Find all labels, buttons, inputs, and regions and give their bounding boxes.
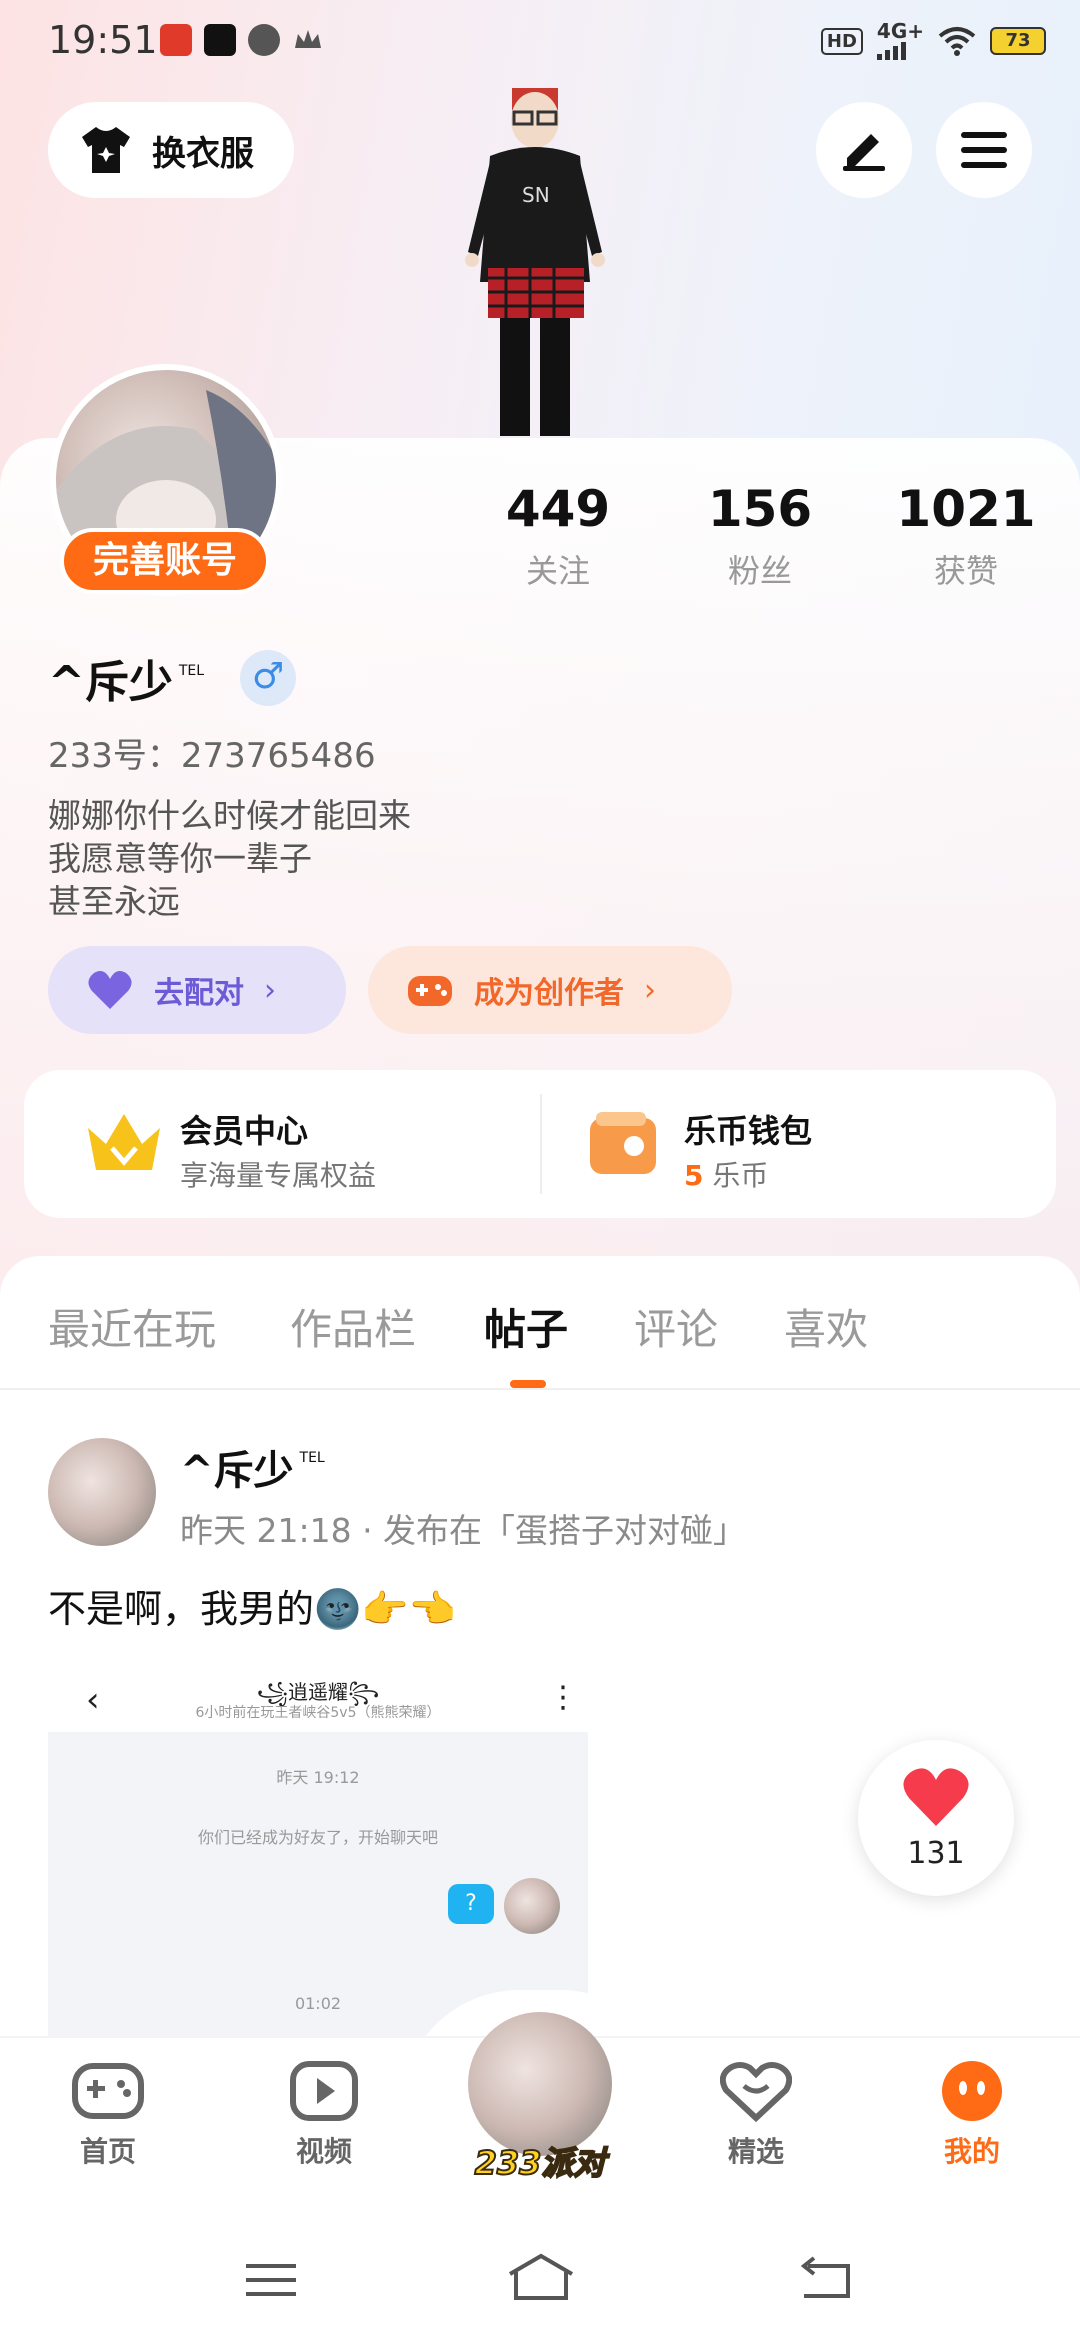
- nav-featured-label: 精选: [727, 2135, 784, 2168]
- match-label: 去配对: [154, 976, 244, 1011]
- shot-chat-subtitle: 6小时前在玩王者峡谷5v5（熊熊荣耀）: [195, 1705, 441, 1721]
- like-button[interactable]: 131: [858, 1740, 1014, 1896]
- nav-video[interactable]: 视频: [254, 2060, 394, 2170]
- heart-icon: [903, 1768, 969, 1826]
- post-meta[interactable]: 昨天 21:18 · 发布在「蛋搭子对对碰」: [180, 1504, 746, 1552]
- bio-line: 我愿意等你一辈子: [48, 839, 312, 878]
- following-count: 449: [505, 480, 611, 538]
- post-author-tag: TEL: [299, 1450, 325, 1466]
- divider: [540, 1094, 542, 1194]
- match-button[interactable]: 去配对 ›: [48, 946, 346, 1034]
- gamepad-icon: [408, 976, 452, 1006]
- edit-button[interactable]: [816, 102, 912, 198]
- username: ^斥少 TEL: [48, 657, 205, 708]
- heart-chat-icon: [719, 2062, 793, 2123]
- fans-label: 粉丝: [727, 552, 792, 590]
- battery-icon: 73: [990, 27, 1046, 55]
- nav-home[interactable]: 首页: [38, 2060, 178, 2170]
- active-tab-indicator: [510, 1380, 546, 1388]
- crown-icon: [84, 1108, 164, 1182]
- tab-recently-played[interactable]: 最近在玩: [48, 1296, 216, 1357]
- wallet-icon: [588, 1110, 662, 1182]
- status-time: 19:51: [48, 18, 158, 62]
- post-text: 不是啊，我男的🌚👉👈: [48, 1587, 456, 1631]
- tiktok-icon: [204, 24, 236, 56]
- wallet-title[interactable]: 乐币钱包: [684, 1106, 812, 1152]
- username-tag: TEL: [178, 663, 205, 679]
- app-notification-icon: [160, 24, 192, 56]
- nav-featured[interactable]: 精选: [686, 2060, 826, 2170]
- wallet-unit: 乐币: [712, 1159, 769, 1192]
- post-author-name[interactable]: ^斥少 TEL: [180, 1438, 325, 1496]
- tab-works[interactable]: 作品栏: [290, 1296, 416, 1357]
- become-creator-button[interactable]: 成为创作者 ›: [368, 946, 732, 1034]
- male-gender-icon: ♂: [240, 650, 296, 706]
- nav-home-label: 首页: [79, 2135, 136, 2168]
- vip-center-subtitle: 享海量专属权益: [180, 1159, 377, 1192]
- more-icon: ⋮: [548, 1680, 578, 1715]
- status-bar: 19:51 HD 4G+ 73: [0, 0, 1080, 80]
- like-count: 131: [907, 1836, 965, 1871]
- divider: [0, 1388, 1080, 1390]
- signal-icon: 4G+: [876, 21, 924, 60]
- menu-button[interactable]: [936, 102, 1032, 198]
- chevron-right-icon: ›: [644, 972, 656, 1008]
- play-icon: [248, 24, 280, 56]
- bio: 娜娜你什么时候才能回来 我愿意等你一辈子 甚至永远: [48, 794, 411, 923]
- wallet-balance: 5 乐币: [684, 1154, 768, 1194]
- fans-count: 156: [707, 480, 813, 538]
- menu-icon: [961, 132, 1007, 168]
- home-icon[interactable]: [506, 2252, 576, 2302]
- likes-stat[interactable]: 1021 获赞: [876, 480, 1056, 592]
- me-icon: [942, 2061, 1002, 2121]
- back-icon[interactable]: [796, 2256, 852, 2300]
- complete-account-button[interactable]: 完善账号: [60, 528, 270, 594]
- change-outfit-button[interactable]: 换衣服: [48, 102, 294, 198]
- shot-message-bubble: ?: [448, 1884, 494, 1924]
- vip-center-title[interactable]: 会员中心: [180, 1106, 308, 1152]
- become-creator-label: 成为创作者: [474, 976, 624, 1011]
- bio-line: 甚至永远: [48, 882, 180, 921]
- shot-avatar: [504, 1878, 560, 1934]
- svg-text:SN: SN: [522, 183, 550, 207]
- nav-me-label: 我的: [943, 2135, 1000, 2168]
- likes-received-label: 获赞: [933, 552, 998, 590]
- shot-notice: 你们已经成为好友了，开始聊天吧: [197, 1828, 438, 1847]
- nav-video-label: 视频: [295, 2135, 352, 2168]
- gamepad-icon: [72, 2063, 144, 2119]
- video-icon: [290, 2061, 358, 2121]
- tab-likes[interactable]: 喜欢: [784, 1296, 868, 1357]
- avatar-character-figure[interactable]: SN: [450, 82, 620, 438]
- shot-timestamp: 昨天 19:12: [276, 1768, 360, 1787]
- pencil-icon: [843, 134, 885, 171]
- crown-icon: [292, 24, 324, 56]
- wifi-icon: [938, 27, 976, 56]
- wallet-amount: 5: [684, 1159, 704, 1192]
- shot-header: ‹ ꧁逍遥耀꧂ 6小时前在玩王者峡谷5v5（熊熊荣耀） ⋮: [48, 1668, 588, 1732]
- fans-stat[interactable]: 156 粉丝: [670, 480, 850, 592]
- hd-icon: HD: [820, 27, 863, 55]
- chevron-right-icon: ›: [264, 972, 276, 1008]
- post-author-avatar[interactable]: [48, 1438, 156, 1546]
- recent-apps-icon[interactable]: [244, 2260, 298, 2300]
- party-avatar[interactable]: [468, 2012, 612, 2156]
- user-id[interactable]: 233号：273765486: [48, 728, 376, 777]
- party-label[interactable]: 233派对: [460, 2138, 620, 2184]
- heart-icon: [88, 971, 132, 1009]
- following-label: 关注: [525, 552, 590, 590]
- change-outfit-label: 换衣服: [152, 133, 254, 174]
- system-navigation-bar: [0, 2216, 1080, 2340]
- following-stat[interactable]: 449 关注: [468, 480, 648, 592]
- likes-received-count: 1021: [896, 480, 1036, 538]
- tab-posts[interactable]: 帖子: [484, 1296, 568, 1357]
- tab-comments[interactable]: 评论: [634, 1296, 718, 1357]
- shirt-icon: [82, 127, 130, 173]
- bio-line: 娜娜你什么时候才能回来: [48, 796, 411, 835]
- nav-me[interactable]: 我的: [902, 2060, 1042, 2170]
